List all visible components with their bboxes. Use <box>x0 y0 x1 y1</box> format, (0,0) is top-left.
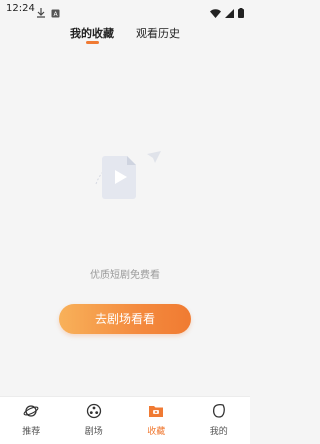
empty-state-illustration <box>93 150 163 210</box>
wifi-icon <box>210 3 221 22</box>
signal-icon <box>225 3 234 22</box>
bookmark-folder-icon <box>148 403 164 419</box>
nav-item-profile[interactable]: 我的 <box>188 397 251 444</box>
nav-item-recommend[interactable]: 推荐 <box>0 397 63 444</box>
bottom-nav: 推荐 剧场 收藏 我的 <box>0 396 250 444</box>
empty-state-message: 优质短剧免费看 <box>90 270 160 281</box>
nav-label-profile: 我的 <box>209 427 228 437</box>
nav-label-theater: 剧场 <box>84 427 103 437</box>
nav-item-favorites[interactable]: 收藏 <box>125 397 188 444</box>
planet-icon <box>23 403 39 419</box>
battery-icon <box>238 3 244 22</box>
status-bar: 12:24 A <box>0 0 250 20</box>
go-to-theater-button[interactable]: 去剧场看看 <box>59 304 191 334</box>
leaf-icon <box>211 403 227 419</box>
active-tab-indicator <box>86 41 99 44</box>
status-notification-icons: A <box>37 3 60 22</box>
nav-label-favorites: 收藏 <box>147 427 166 437</box>
tab-watch-history[interactable]: 观看历史 <box>136 25 180 41</box>
download-icon <box>37 3 45 22</box>
notification-app-icon: A <box>51 3 60 22</box>
status-system-icons <box>210 3 244 22</box>
status-time: 12:24 <box>6 3 35 14</box>
film-reel-icon <box>86 403 102 419</box>
tab-my-favorites[interactable]: 我的收藏 <box>70 25 114 41</box>
nav-item-theater[interactable]: 剧场 <box>63 397 126 444</box>
top-tab-bar: 我的收藏 观看历史 <box>0 22 250 50</box>
nav-label-recommend: 推荐 <box>22 427 41 437</box>
